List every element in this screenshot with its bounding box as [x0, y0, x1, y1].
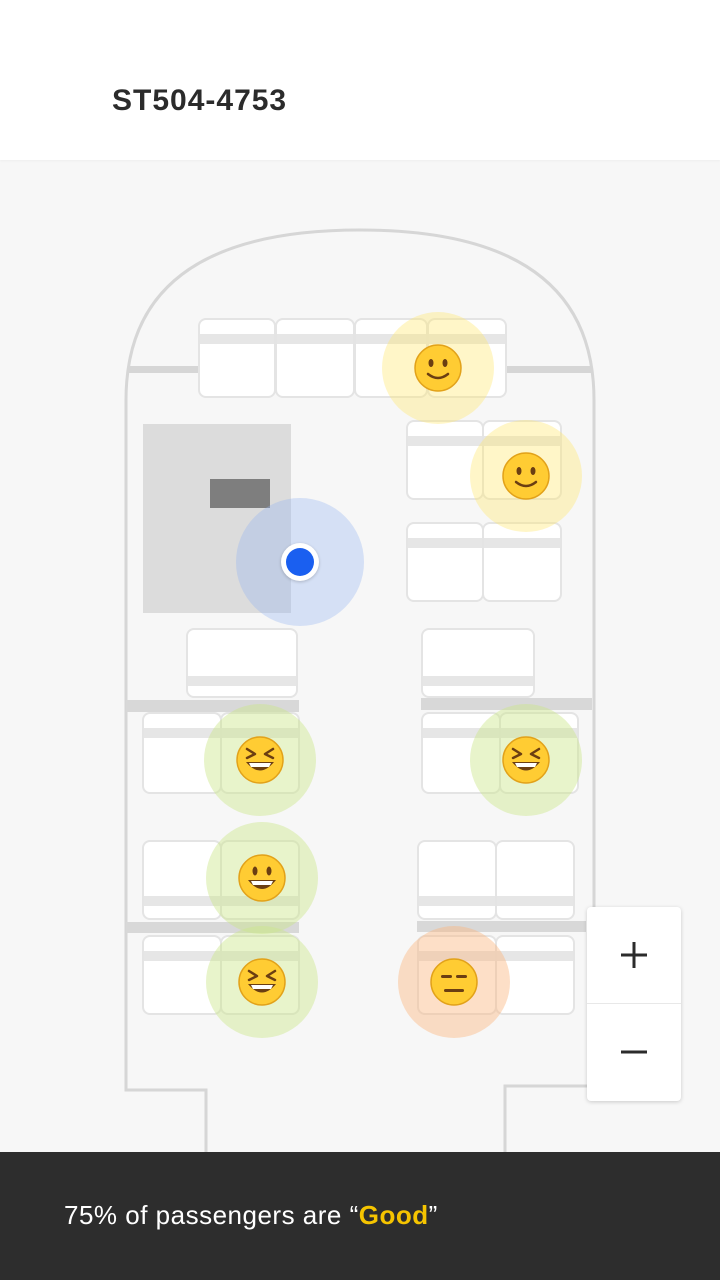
- passenger-mood[interactable]: [206, 822, 318, 934]
- summary-bar: 75% of passengers are “Good”: [0, 1152, 720, 1280]
- zoom-out-button[interactable]: [587, 1004, 681, 1100]
- seat[interactable]: [495, 840, 575, 920]
- passenger-mood[interactable]: [206, 926, 318, 1038]
- minus-icon: [621, 1050, 647, 1054]
- seat[interactable]: [417, 840, 497, 920]
- plus-icon: [621, 942, 647, 968]
- expressionless-face-icon: [430, 958, 478, 1006]
- passenger-mood[interactable]: [398, 926, 510, 1038]
- location-dot: [281, 543, 319, 581]
- lavatory-sign: [210, 479, 270, 508]
- passenger-mood[interactable]: [204, 704, 316, 816]
- current-location-marker: [236, 498, 364, 626]
- summary-suffix: ”: [428, 1200, 438, 1230]
- slightly-smiling-face-icon: [414, 344, 462, 392]
- passenger-mood[interactable]: [470, 420, 582, 532]
- seat[interactable]: [482, 522, 562, 602]
- summary-highlight: Good: [358, 1200, 429, 1230]
- zoom-controls: [587, 907, 681, 1101]
- grinning-squinting-face-icon: [236, 736, 284, 784]
- passenger-mood[interactable]: [382, 312, 494, 424]
- location-dot-core: [286, 548, 314, 576]
- seat[interactable]: [421, 628, 535, 698]
- summary-prefix: 75% of passengers are “: [64, 1200, 359, 1230]
- zoom-in-button[interactable]: [587, 907, 681, 1004]
- header: ST504-4753: [0, 0, 720, 160]
- seat[interactable]: [198, 318, 276, 398]
- grinning-face-icon: [238, 854, 286, 902]
- grinning-squinting-face-icon: [238, 958, 286, 1006]
- seat[interactable]: [406, 522, 484, 602]
- seat[interactable]: [275, 318, 355, 398]
- mood-summary: 75% of passengers are “Good”: [64, 1200, 438, 1231]
- grinning-squinting-face-icon: [502, 736, 550, 784]
- passenger-mood[interactable]: [470, 704, 582, 816]
- slightly-smiling-face-icon: [502, 452, 550, 500]
- flight-code: ST504-4753: [112, 84, 288, 117]
- seat[interactable]: [186, 628, 298, 698]
